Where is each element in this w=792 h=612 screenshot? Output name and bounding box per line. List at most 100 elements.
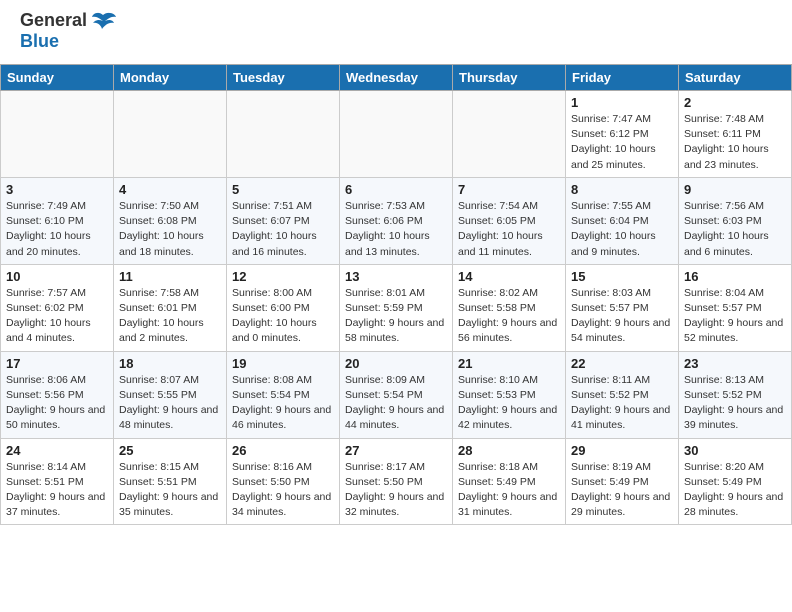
day-number: 26 bbox=[232, 443, 334, 458]
day-info: Sunrise: 8:08 AM Sunset: 5:54 PM Dayligh… bbox=[232, 373, 334, 434]
day-number: 5 bbox=[232, 182, 334, 197]
week-row-4: 17 Sunrise: 8:06 AM Sunset: 5:56 PM Dayli… bbox=[1, 351, 792, 438]
day-info: Sunrise: 8:02 AM Sunset: 5:58 PM Dayligh… bbox=[458, 286, 560, 347]
calendar-cell: 3Sunrise: 7:49 AM Sunset: 6:10 PM Daylig… bbox=[1, 177, 114, 264]
day-number: 6 bbox=[345, 182, 447, 197]
calendar-cell bbox=[114, 91, 227, 178]
day-info: Sunrise: 8:18 AM Sunset: 5:49 PM Dayligh… bbox=[458, 460, 560, 521]
day-info: Sunrise: 7:55 AM Sunset: 6:04 PM Dayligh… bbox=[571, 199, 673, 260]
calendar-cell: 14 Sunrise: 8:02 AM Sunset: 5:58 PM Dayli… bbox=[453, 264, 566, 351]
calendar-cell: 9Sunrise: 7:56 AM Sunset: 6:03 PM Daylig… bbox=[679, 177, 792, 264]
calendar-cell bbox=[340, 91, 453, 178]
calendar-cell bbox=[1, 91, 114, 178]
calendar-cell: 28 Sunrise: 8:18 AM Sunset: 5:49 PM Dayli… bbox=[453, 438, 566, 525]
day-number: 24 bbox=[6, 443, 108, 458]
day-info: Sunrise: 8:10 AM Sunset: 5:53 PM Dayligh… bbox=[458, 373, 560, 434]
calendar-cell: 1 Sunrise: 7:47 AM Sunset: 6:12 PM Daylig… bbox=[566, 91, 679, 178]
col-header-saturday: Saturday bbox=[679, 65, 792, 91]
day-info: Sunrise: 8:09 AM Sunset: 5:54 PM Dayligh… bbox=[345, 373, 447, 434]
location bbox=[0, 56, 792, 64]
day-number: 10 bbox=[6, 269, 108, 284]
calendar-cell: 11 Sunrise: 7:58 AM Sunset: 6:01 PM Dayli… bbox=[114, 264, 227, 351]
col-header-tuesday: Tuesday bbox=[227, 65, 340, 91]
day-number: 9 bbox=[684, 182, 786, 197]
calendar-cell: 13 Sunrise: 8:01 AM Sunset: 5:59 PM Dayli… bbox=[340, 264, 453, 351]
day-number: 23 bbox=[684, 356, 786, 371]
day-info: Sunrise: 8:06 AM Sunset: 5:56 PM Dayligh… bbox=[6, 373, 108, 434]
calendar-cell: 6 Sunrise: 7:53 AM Sunset: 6:06 PM Daylig… bbox=[340, 177, 453, 264]
calendar-cell: 29 Sunrise: 8:19 AM Sunset: 5:49 PM Dayli… bbox=[566, 438, 679, 525]
day-info: Sunrise: 7:49 AM Sunset: 6:10 PM Dayligh… bbox=[6, 199, 108, 260]
logo-general-text: General bbox=[20, 10, 87, 31]
day-number: 29 bbox=[571, 443, 673, 458]
day-info: Sunrise: 7:53 AM Sunset: 6:06 PM Dayligh… bbox=[345, 199, 447, 260]
calendar-cell: 27Sunrise: 8:17 AM Sunset: 5:50 PM Dayli… bbox=[340, 438, 453, 525]
calendar-cell bbox=[453, 91, 566, 178]
calendar-cell: 8 Sunrise: 7:55 AM Sunset: 6:04 PM Daylig… bbox=[566, 177, 679, 264]
day-number: 1 bbox=[571, 95, 673, 110]
day-number: 2 bbox=[684, 95, 786, 110]
day-number: 18 bbox=[119, 356, 221, 371]
col-header-sunday: Sunday bbox=[1, 65, 114, 91]
logo-blue-text: Blue bbox=[20, 31, 59, 52]
day-number: 12 bbox=[232, 269, 334, 284]
week-row-2: 3Sunrise: 7:49 AM Sunset: 6:10 PM Daylig… bbox=[1, 177, 792, 264]
day-info: Sunrise: 8:04 AM Sunset: 5:57 PM Dayligh… bbox=[684, 286, 786, 347]
day-number: 16 bbox=[684, 269, 786, 284]
calendar-cell: 25 Sunrise: 8:15 AM Sunset: 5:51 PM Dayli… bbox=[114, 438, 227, 525]
day-info: Sunrise: 8:07 AM Sunset: 5:55 PM Dayligh… bbox=[119, 373, 221, 434]
calendar-cell: 5 Sunrise: 7:51 AM Sunset: 6:07 PM Daylig… bbox=[227, 177, 340, 264]
calendar-cell: 17 Sunrise: 8:06 AM Sunset: 5:56 PM Dayli… bbox=[1, 351, 114, 438]
day-number: 22 bbox=[571, 356, 673, 371]
day-info: Sunrise: 8:16 AM Sunset: 5:50 PM Dayligh… bbox=[232, 460, 334, 521]
col-header-monday: Monday bbox=[114, 65, 227, 91]
calendar-cell: 10Sunrise: 7:57 AM Sunset: 6:02 PM Dayli… bbox=[1, 264, 114, 351]
day-info: Sunrise: 8:03 AM Sunset: 5:57 PM Dayligh… bbox=[571, 286, 673, 347]
day-number: 14 bbox=[458, 269, 560, 284]
day-info: Sunrise: 8:01 AM Sunset: 5:59 PM Dayligh… bbox=[345, 286, 447, 347]
day-info: Sunrise: 8:20 AM Sunset: 5:49 PM Dayligh… bbox=[684, 460, 786, 521]
day-number: 8 bbox=[571, 182, 673, 197]
calendar-cell: 2 Sunrise: 7:48 AM Sunset: 6:11 PM Daylig… bbox=[679, 91, 792, 178]
calendar-cell: 12 Sunrise: 8:00 AM Sunset: 6:00 PM Dayli… bbox=[227, 264, 340, 351]
calendar-cell: 4Sunrise: 7:50 AM Sunset: 6:08 PM Daylig… bbox=[114, 177, 227, 264]
day-info: Sunrise: 8:17 AM Sunset: 5:50 PM Dayligh… bbox=[345, 460, 447, 521]
day-info: Sunrise: 8:19 AM Sunset: 5:49 PM Dayligh… bbox=[571, 460, 673, 521]
day-info: Sunrise: 7:48 AM Sunset: 6:11 PM Dayligh… bbox=[684, 112, 786, 173]
day-number: 28 bbox=[458, 443, 560, 458]
day-info: Sunrise: 8:15 AM Sunset: 5:51 PM Dayligh… bbox=[119, 460, 221, 521]
day-info: Sunrise: 7:58 AM Sunset: 6:01 PM Dayligh… bbox=[119, 286, 221, 347]
calendar-cell bbox=[227, 91, 340, 178]
day-info: Sunrise: 7:51 AM Sunset: 6:07 PM Dayligh… bbox=[232, 199, 334, 260]
day-number: 19 bbox=[232, 356, 334, 371]
header: General Blue bbox=[0, 0, 792, 56]
col-header-friday: Friday bbox=[566, 65, 679, 91]
day-number: 25 bbox=[119, 443, 221, 458]
calendar-cell: 22Sunrise: 8:11 AM Sunset: 5:52 PM Dayli… bbox=[566, 351, 679, 438]
calendar-cell: 24 Sunrise: 8:14 AM Sunset: 5:51 PM Dayli… bbox=[1, 438, 114, 525]
day-number: 17 bbox=[6, 356, 108, 371]
calendar-cell: 18 Sunrise: 8:07 AM Sunset: 5:55 PM Dayli… bbox=[114, 351, 227, 438]
calendar-cell: 7Sunrise: 7:54 AM Sunset: 6:05 PM Daylig… bbox=[453, 177, 566, 264]
col-header-thursday: Thursday bbox=[453, 65, 566, 91]
day-number: 20 bbox=[345, 356, 447, 371]
day-info: Sunrise: 8:13 AM Sunset: 5:52 PM Dayligh… bbox=[684, 373, 786, 434]
day-number: 13 bbox=[345, 269, 447, 284]
calendar-cell: 19 Sunrise: 8:08 AM Sunset: 5:54 PM Dayli… bbox=[227, 351, 340, 438]
logo: General Blue bbox=[20, 10, 117, 52]
calendar-cell: 23 Sunrise: 8:13 AM Sunset: 5:52 PM Dayli… bbox=[679, 351, 792, 438]
calendar-table: SundayMondayTuesdayWednesdayThursdayFrid… bbox=[0, 64, 792, 525]
week-row-1: 1 Sunrise: 7:47 AM Sunset: 6:12 PM Daylig… bbox=[1, 91, 792, 178]
week-row-3: 10Sunrise: 7:57 AM Sunset: 6:02 PM Dayli… bbox=[1, 264, 792, 351]
logo-bird-icon bbox=[89, 11, 117, 31]
day-info: Sunrise: 7:47 AM Sunset: 6:12 PM Dayligh… bbox=[571, 112, 673, 173]
calendar-cell: 26 Sunrise: 8:16 AM Sunset: 5:50 PM Dayli… bbox=[227, 438, 340, 525]
day-number: 15 bbox=[571, 269, 673, 284]
day-number: 30 bbox=[684, 443, 786, 458]
calendar-cell: 30 Sunrise: 8:20 AM Sunset: 5:49 PM Dayli… bbox=[679, 438, 792, 525]
day-info: Sunrise: 8:14 AM Sunset: 5:51 PM Dayligh… bbox=[6, 460, 108, 521]
col-header-wednesday: Wednesday bbox=[340, 65, 453, 91]
day-number: 11 bbox=[119, 269, 221, 284]
day-number: 21 bbox=[458, 356, 560, 371]
day-info: Sunrise: 8:00 AM Sunset: 6:00 PM Dayligh… bbox=[232, 286, 334, 347]
